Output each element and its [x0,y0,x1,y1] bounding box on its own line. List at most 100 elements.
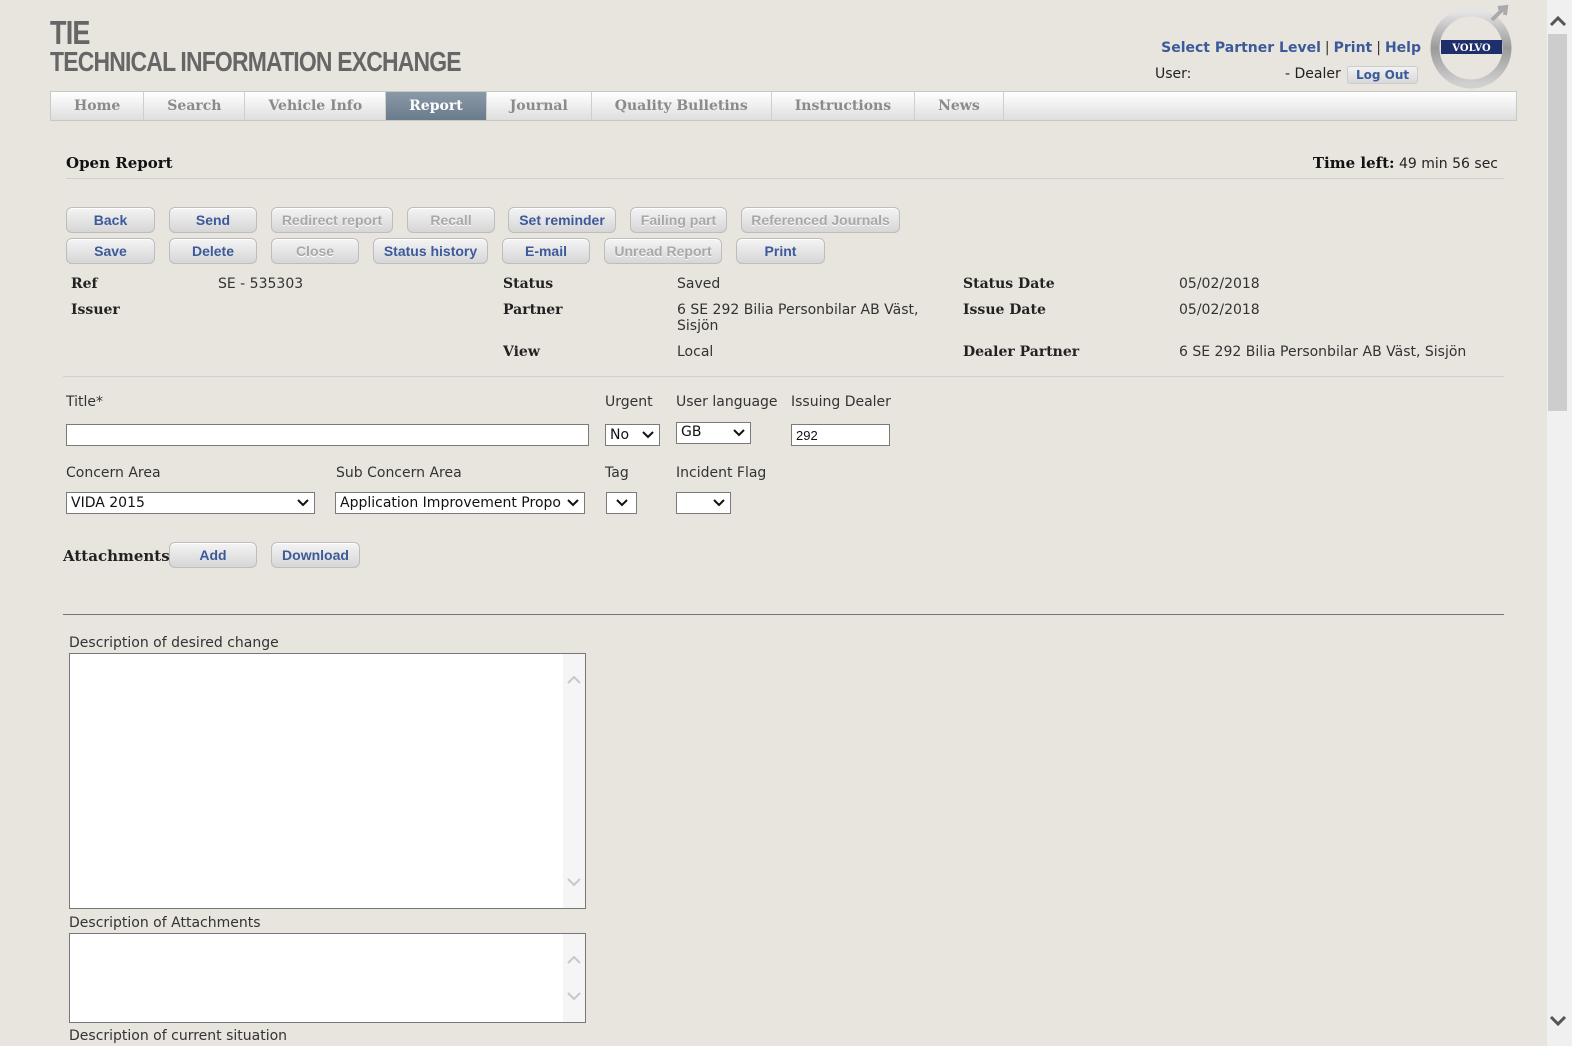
status-date-label: Status Date [963,276,1055,292]
title-label: Title* [66,394,104,410]
status-value: Saved [677,276,721,292]
scroll-up-icon[interactable] [1549,14,1567,28]
user-language-select[interactable]: GB [676,422,751,444]
volvo-badge-text: VOLVO [1451,43,1491,54]
attachments-divider [63,614,1504,615]
user-language-label: User language [676,394,778,410]
scrollbar-thumb[interactable] [1548,34,1567,411]
tie-logo: TIE TECHNICAL INFORMATION EXCHANGE [50,14,462,77]
chevron-down-icon [733,429,745,437]
time-left-value: 49 min 56 sec [1399,156,1498,172]
help-link[interactable]: Help [1385,40,1421,56]
tab-instructions[interactable]: Instructions [772,92,916,120]
separator: | [1376,40,1381,56]
email-button[interactable]: E-mail [502,238,590,264]
save-button[interactable]: Save [66,238,155,264]
status-label: Status [503,276,554,292]
scroll-down-icon[interactable] [567,878,581,888]
status-date-value: 05/02/2018 [1179,276,1260,292]
info-divider [63,376,1504,377]
textarea-scrollbar[interactable] [563,654,585,908]
time-left: Time left: 49 min 56 sec [1313,154,1498,172]
print-link[interactable]: Print [1334,40,1373,56]
logo-line2: TECHNICAL INFORMATION EXCHANGE [50,46,462,77]
urgent-selected: No [610,427,630,443]
user-line: User: - Dealer Log Out [1155,66,1421,84]
unread-report-button[interactable]: Unread Report [604,238,722,264]
partner-label: Partner [503,302,563,318]
page-scrollbar[interactable] [1547,0,1572,1046]
dealer-partner-label: Dealer Partner [963,344,1080,360]
failing-part-button[interactable]: Failing part [630,207,727,233]
textarea-scrollbar[interactable] [563,934,585,1022]
back-button[interactable]: Back [66,207,155,233]
tab-report[interactable]: Report [386,92,487,120]
chevron-down-icon [297,499,309,507]
logo-line1: TIE [50,14,90,51]
logout-button[interactable]: Log Out [1347,66,1419,84]
page-title: Open Report [66,154,173,172]
attachments-description-textarea[interactable] [69,933,586,1023]
tab-home[interactable]: Home [51,92,145,120]
page: TIE TECHNICAL INFORMATION EXCHANGE Selec… [0,0,1547,1046]
tab-quality-bulletins[interactable]: Quality Bulletins [592,92,772,120]
sub-concern-area-label: Sub Concern Area [336,465,462,481]
chevron-down-icon [616,499,628,507]
delete-button[interactable]: Delete [169,238,257,264]
user-language-selected: GB [681,424,702,440]
scroll-up-icon[interactable] [567,954,581,964]
tab-journal[interactable]: Journal [487,92,592,120]
issue-date-value: 05/02/2018 [1179,302,1260,318]
top-links: Select Partner Level | Print | Help [1161,40,1421,56]
recall-button[interactable]: Recall [407,207,495,233]
issuing-dealer-input[interactable] [791,424,890,446]
incident-flag-select[interactable] [676,492,731,514]
sub-concern-area-select[interactable]: Application Improvement Propo [335,492,585,514]
partner-value-line2: Sisjön [677,318,719,334]
concern-area-selected: VIDA 2015 [71,495,145,511]
scroll-down-icon[interactable] [1549,1014,1567,1028]
download-attachment-button[interactable]: Download [271,542,360,568]
referenced-journals-button[interactable]: Referenced Journals [741,207,900,233]
sub-concern-area-selected: Application Improvement Propo [340,495,561,511]
user-label: User: [1155,66,1192,82]
issuing-dealer-label: Issuing Dealer [791,394,891,410]
select-partner-level-link[interactable]: Select Partner Level [1161,40,1321,56]
concern-area-select[interactable]: VIDA 2015 [66,492,315,514]
ref-label: Ref [71,276,98,292]
chevron-down-icon [642,431,654,439]
desired-change-textarea[interactable] [69,653,586,909]
urgent-label: Urgent [605,394,653,410]
tab-vehicle-info[interactable]: Vehicle Info [245,92,387,120]
attachments-description-label: Description of Attachments [69,915,261,931]
concern-area-label: Concern Area [66,465,161,481]
print-button[interactable]: Print [736,238,825,264]
tab-news[interactable]: News [915,92,1004,120]
view-label: View [503,344,540,360]
title-input[interactable] [66,424,589,446]
tag-label: Tag [605,465,629,481]
send-button[interactable]: Send [169,207,257,233]
issue-date-label: Issue Date [963,302,1046,318]
urgent-select[interactable]: No [605,424,660,446]
chevron-down-icon [713,499,725,507]
close-button[interactable]: Close [271,238,359,264]
scroll-up-icon[interactable] [567,674,581,684]
separator: | [1324,40,1330,56]
attachments-label: Attachments [63,547,170,565]
chevron-down-icon [567,499,579,507]
add-attachment-button[interactable]: Add [169,542,257,568]
view-value: Local [677,344,714,360]
time-left-label: Time left: [1312,154,1395,172]
title-row: Open Report Time left: 49 min 56 sec [66,152,1504,179]
dealer-partner-value: 6 SE 292 Bilia Personbilar AB Väst, Sisj… [1179,344,1467,360]
tag-select[interactable] [606,492,637,514]
status-history-button[interactable]: Status history [373,238,488,264]
redirect-report-button[interactable]: Redirect report [271,207,393,233]
scroll-down-icon[interactable] [567,992,581,1002]
set-reminder-button[interactable]: Set reminder [508,207,616,233]
tab-search[interactable]: Search [144,92,246,120]
user-role: - Dealer [1285,66,1341,82]
main-nav: Home Search Vehicle Info Report Journal … [50,91,1517,121]
issuer-label: Issuer [71,302,120,318]
